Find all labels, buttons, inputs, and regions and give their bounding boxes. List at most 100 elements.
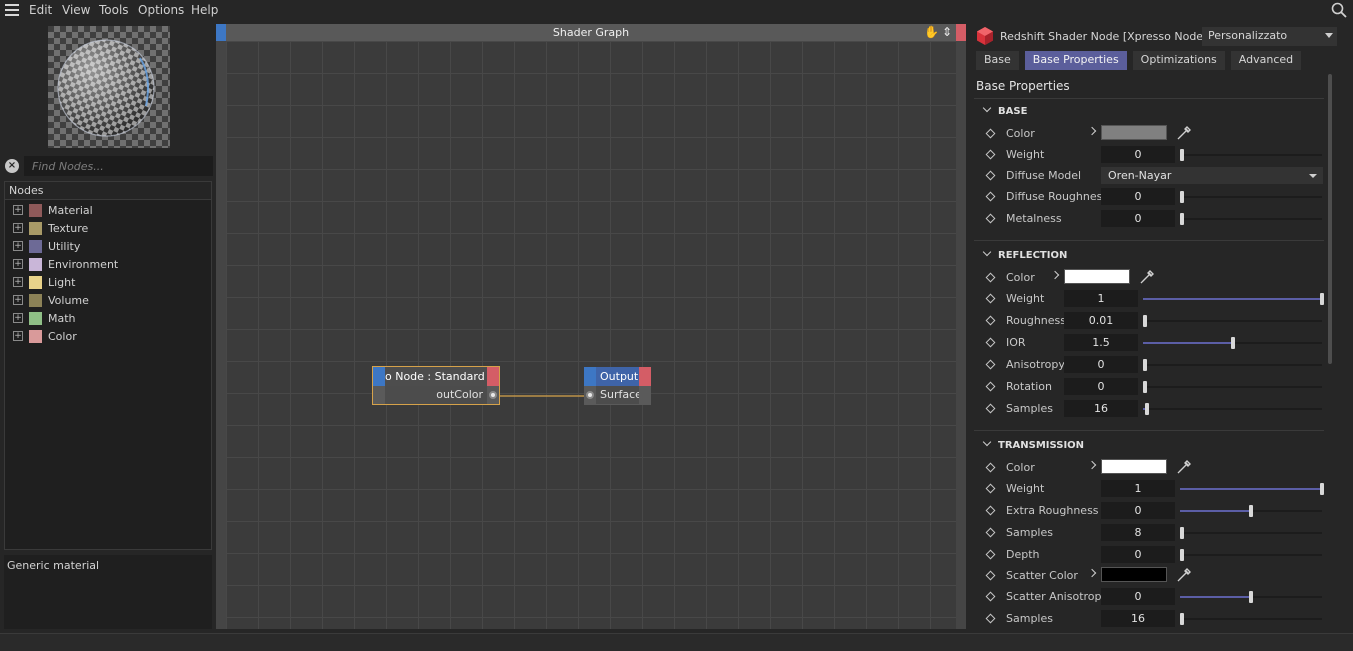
diffuse-roughness-slider[interactable] — [1180, 191, 1322, 203]
menu-tools[interactable]: Tools — [99, 3, 129, 17]
keyframe-diamond-icon[interactable] — [985, 462, 996, 473]
node-category-item[interactable]: + Math — [5, 309, 211, 327]
node-category-item[interactable]: + Texture — [5, 219, 211, 237]
eyedropper-icon[interactable] — [1176, 459, 1192, 475]
expand-arrow-icon[interactable] — [1087, 568, 1097, 578]
reflection-roughness-slider[interactable] — [1143, 315, 1322, 327]
transmission-samples-slider[interactable] — [1180, 527, 1322, 539]
expand-plus-icon[interactable]: + — [13, 223, 23, 233]
transmission-weight-value[interactable]: 1 — [1101, 480, 1175, 497]
keyframe-diamond-icon[interactable] — [985, 213, 996, 224]
node-category-item[interactable]: + Light — [5, 273, 211, 291]
keyframe-diamond-icon[interactable] — [985, 191, 996, 202]
metalness-slider-thumb[interactable] — [1180, 213, 1184, 225]
base-weight-value[interactable]: 0 — [1101, 146, 1175, 163]
reflection-ior-slider[interactable] — [1143, 337, 1322, 349]
search-icon[interactable] — [1331, 2, 1347, 18]
keyframe-diamond-icon[interactable] — [985, 170, 996, 181]
reflection-roughness-slider-thumb[interactable] — [1143, 315, 1147, 327]
keyframe-diamond-icon[interactable] — [985, 315, 996, 326]
transmission-weight-slider-thumb[interactable] — [1320, 483, 1324, 495]
out-color-port[interactable] — [489, 391, 497, 399]
keyframe-diamond-icon[interactable] — [985, 337, 996, 348]
reflection-samples-slider-thumb[interactable] — [1145, 403, 1149, 415]
diffuse-roughness-slider-thumb[interactable] — [1180, 191, 1184, 203]
keyframe-diamond-icon[interactable] — [985, 149, 996, 160]
transmission-weight-slider[interactable] — [1180, 483, 1324, 495]
keyframe-diamond-icon[interactable] — [985, 381, 996, 392]
surface-port[interactable] — [586, 391, 594, 399]
transmission-samples-2-value[interactable]: 16 — [1101, 610, 1175, 627]
connection-wire[interactable] — [216, 24, 966, 629]
expand-arrow-icon[interactable] — [1087, 126, 1097, 136]
transmission-samples-slider-thumb[interactable] — [1180, 527, 1184, 539]
transmission-samples-2-slider-thumb[interactable] — [1180, 613, 1184, 625]
transmission-depth-slider-thumb[interactable] — [1180, 549, 1184, 561]
group-base[interactable]: BASE — [982, 103, 1027, 117]
extra-roughness-slider[interactable] — [1180, 505, 1322, 517]
expand-plus-icon[interactable]: + — [13, 313, 23, 323]
reflection-anisotropy-slider-thumb[interactable] — [1143, 359, 1147, 371]
node-category-item[interactable]: + Material — [5, 201, 211, 219]
scatter-color-swatch[interactable] — [1101, 567, 1167, 582]
reflection-ior-slider-thumb[interactable] — [1231, 337, 1235, 349]
preset-dropdown[interactable]: Personalizzato — [1202, 27, 1337, 46]
transmission-depth-slider[interactable] — [1180, 549, 1322, 561]
reflection-rotation-slider-thumb[interactable] — [1143, 381, 1147, 393]
node-category-item[interactable]: + Environment — [5, 255, 211, 273]
expand-plus-icon[interactable]: + — [13, 295, 23, 305]
group-reflection[interactable]: REFLECTION — [982, 247, 1067, 261]
eyedropper-icon[interactable] — [1176, 125, 1192, 141]
keyframe-diamond-icon[interactable] — [985, 613, 996, 624]
keyframe-diamond-icon[interactable] — [985, 403, 996, 414]
keyframe-diamond-icon[interactable] — [985, 483, 996, 494]
find-nodes-input[interactable] — [24, 156, 213, 176]
expand-arrow-icon[interactable] — [1087, 460, 1097, 470]
keyframe-diamond-icon[interactable] — [985, 128, 996, 139]
keyframe-diamond-icon[interactable] — [985, 359, 996, 370]
transmission-samples-value[interactable]: 8 — [1101, 524, 1175, 541]
group-transmission[interactable]: TRANSMISSION — [982, 437, 1084, 451]
base-weight-slider[interactable] — [1180, 149, 1322, 161]
metalness-value[interactable]: 0 — [1101, 210, 1175, 227]
standard-material-node[interactable]: o Node : Standard M outColor — [372, 366, 500, 405]
expand-plus-icon[interactable]: + — [13, 241, 23, 251]
reflection-anisotropy-slider[interactable] — [1143, 359, 1322, 371]
reflection-samples-value[interactable]: 16 — [1064, 400, 1138, 417]
tab-base-properties[interactable]: Base Properties — [1024, 51, 1127, 70]
keyframe-diamond-icon[interactable] — [985, 293, 996, 304]
reflection-weight-slider-thumb[interactable] — [1320, 293, 1324, 305]
reflection-weight-slider[interactable] — [1143, 293, 1324, 305]
keyframe-diamond-icon[interactable] — [985, 505, 996, 516]
keyframe-diamond-icon[interactable] — [985, 272, 996, 283]
menu-options[interactable]: Options — [138, 3, 184, 17]
keyframe-diamond-icon[interactable] — [985, 527, 996, 538]
base-color-swatch[interactable] — [1101, 125, 1167, 140]
base-weight-slider-thumb[interactable] — [1180, 149, 1184, 161]
extra-roughness-value[interactable]: 0 — [1101, 502, 1175, 519]
eyedropper-icon[interactable] — [1176, 567, 1192, 583]
reflection-weight-value[interactable]: 1 — [1064, 290, 1138, 307]
tab-advanced[interactable]: Advanced — [1230, 51, 1302, 70]
reflection-rotation-slider[interactable] — [1143, 381, 1322, 393]
keyframe-diamond-icon[interactable] — [985, 570, 996, 581]
clear-search-icon[interactable]: × — [5, 159, 19, 173]
transmission-color-swatch[interactable] — [1101, 459, 1167, 474]
metalness-slider[interactable] — [1180, 213, 1322, 225]
extra-roughness-slider-thumb[interactable] — [1249, 505, 1253, 517]
scatter-anisotropy-slider-thumb[interactable] — [1249, 591, 1253, 603]
menu-help[interactable]: Help — [191, 3, 218, 17]
expand-arrow-icon[interactable] — [1050, 270, 1060, 280]
menu-view[interactable]: View — [62, 3, 90, 17]
tab-optimizations[interactable]: Optimizations — [1132, 51, 1225, 70]
expand-plus-icon[interactable]: + — [13, 205, 23, 215]
reflection-anisotropy-value[interactable]: 0 — [1064, 356, 1138, 373]
attributes-scrollbar[interactable] — [1328, 74, 1332, 364]
node-category-item[interactable]: + Color — [5, 327, 211, 345]
scatter-anisotropy-value[interactable]: 0 — [1101, 588, 1175, 605]
reflection-color-swatch[interactable] — [1064, 269, 1130, 284]
transmission-samples-2-slider[interactable] — [1180, 613, 1322, 625]
diffuse-roughness-value[interactable]: 0 — [1101, 188, 1175, 205]
hamburger-menu-icon[interactable] — [5, 4, 19, 16]
reflection-samples-slider[interactable] — [1143, 403, 1322, 415]
